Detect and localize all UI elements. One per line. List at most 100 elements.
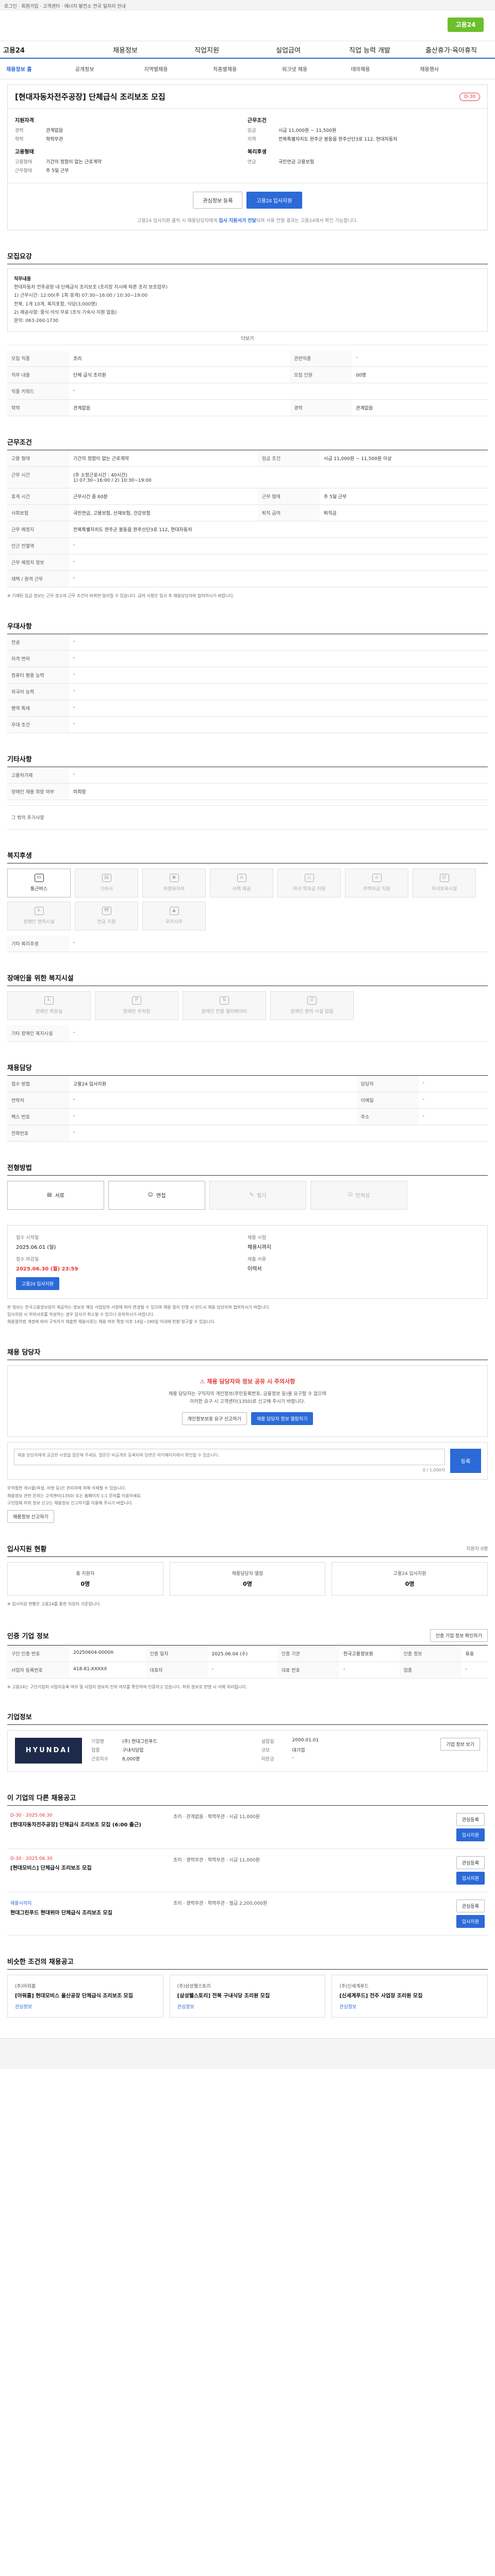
warning-box: ⚠ 채용 담당자와 정보 공유 시 주의사항 채용 담당자는 구직자의 개인정보… [7,1365,488,1437]
related-title[interactable]: [삼성웰스토리] 전북 구내식당 조리원 모집 [177,1992,318,2000]
preferences-table: 전공 - 자격 면허 - 컴퓨터 활용 능력 - 외국어 능력 - 병역 특례 - 우대 … [7,634,488,733]
table-header: 직무 내용 [7,366,69,384]
subnav-item[interactable]: 지역별채용 [144,65,213,73]
scrap-button[interactable]: 관심정보 등록 [193,192,243,209]
table-cell: 2025.06.04 (수) [207,1645,277,1662]
table-cell: 유효 [461,1645,488,1662]
disability-label: 장애인 주차장 [123,1009,151,1015]
apply-button-bottom[interactable]: 고용24 입사지원 [16,1277,60,1290]
job-list-item[interactable]: D-30 · 2025.06.30 [현대모비스] 단체급식 조리보조 모집 조리… [7,1849,488,1893]
summary-value: 전북특별자치도 완주군 봉동읍 완주산단3로 112, 현대자동차 [278,137,398,142]
site-footer [0,2038,495,2070]
schedule-label: 채용 시점 [248,1235,266,1241]
certification-section: 인증 기업 정보 인증 기업 정보 확인하기 구인 인증 번호 20250604-0… [7,1629,488,1691]
company-key: 설립일 [261,1739,274,1745]
company-info-button[interactable]: 기업 정보 보기 [440,1738,480,1751]
section-title: 채용 담당자 [7,1348,41,1357]
related-section: 비슷한 조건의 채용공고 (주)아워홈 [아워홈] 현대모비스 울산공장 단체급식… [7,1956,488,2018]
table-cell: - [69,1125,488,1142]
related-card[interactable]: (주)아워홈 [아워홈] 현대모비스 울산공장 단체급식 조리보조 모집관심정보 [7,1975,163,2018]
certification-button[interactable]: 인증 기업 정보 확인하기 [430,1629,488,1642]
company-value: 구내식당업 [122,1748,144,1754]
company-row: 업종 구내식당업 [91,1747,261,1753]
job-item-title[interactable]: 현대그린푸드 현대위아 단체급식 조리보조 모집 [10,1909,165,1917]
warning-title: ⚠ 채용 담당자와 정보 공유 시 주의사항 [16,1377,479,1385]
job-item-title[interactable]: [현대모비스] 단체급식 조리보조 모집 [10,1865,165,1872]
scrap-button[interactable]: 관심등록 [456,1856,485,1870]
duty-line: 1) 근무시간: 12:00(주 1회 휴게) 07:30~16:00 / 10… [14,293,148,299]
table-row: 근무 예정지 정보 - [7,554,488,571]
table-header: 구인 인증 번호 [7,1645,69,1662]
view-manager-button[interactable]: 채용 담당자 정보 열람하기 [251,1412,314,1426]
apply-button[interactable]: 입사지원 [456,1915,485,1928]
subnav-item[interactable]: 테마채용 [351,65,420,73]
related-company: (주)아워홈 [15,1984,36,1990]
gnb-item[interactable]: 고용24 [3,45,85,55]
table-header: 팩스 번호 [7,1108,69,1125]
gnb-item[interactable]: 출산휴가·육아휴직 [410,45,492,55]
stats-summary: 지원자 0명 [466,1547,488,1552]
submit-question-button[interactable]: 등록 [450,1449,481,1473]
gnb-item[interactable]: 직업지원 [166,45,248,55]
related-scrap[interactable]: 관심정보 [339,2003,480,2010]
table-header: 외국어 능력 [7,683,69,700]
table-header: 업종 [399,1662,461,1679]
gnb-item[interactable]: 직업 능력 개발 [329,45,410,55]
subnav-item[interactable]: 공개정보 [75,65,144,73]
table-cell: 근무시간 중 60분 [69,488,258,505]
table-header: 근무 예정지 정보 [7,554,69,571]
table-header: 전공 [7,634,69,651]
scrap-button[interactable]: 관심등록 [456,1900,485,1913]
subnav-item[interactable]: 워크넷 채용 [282,65,351,73]
scrap-button[interactable]: 관심등록 [456,1813,485,1826]
section-title: 기타사항 [7,755,32,764]
pencil-icon: ✎ [249,1192,254,1198]
wheelchair-icon: ♿ [34,907,44,916]
table-header: 접수 방법 [7,1075,69,1092]
gnb-item[interactable]: 채용정보 [85,45,166,55]
table-row: 휴게 시간 근무시간 중 60분 근무 형태 주 5일 근무 [7,488,488,505]
apply-button[interactable]: 입사지원 [456,1828,485,1842]
house-icon: ⌂ [237,874,246,883]
section-title: 채용담당 [7,1064,32,1072]
related-scrap[interactable]: 관심정보 [177,2003,318,2010]
job-item-title[interactable]: [현대자동차전주공장] 단체급식 조리보조 모집 (6:00 출근) [10,1821,165,1829]
benefit-item: ₩ 연금 지원 [75,901,138,930]
table-header: 사업자 등록번호 [7,1662,69,1679]
subnav-item[interactable]: 직종별채용 [213,65,282,73]
subnav-item[interactable]: 채용정보 홈 [6,65,75,73]
related-card[interactable]: (주)삼성웰스토리 [삼성웰스토리] 전북 구내식당 조리원 모집 관심정보 [169,1975,326,2018]
summary-value: 국민연금 고용보험 [278,160,315,165]
question-input[interactable] [14,1449,445,1466]
summary-value: 주 5일 근무 [46,168,69,174]
more-button[interactable]: 더보기 [7,332,488,346]
related-scrap[interactable]: 관심정보 [15,2003,156,2010]
privacy-report-button[interactable]: 개인정보보호 요구 신고하기 [182,1412,247,1426]
report-job-button[interactable]: 채용정보 신고하기 [7,1510,54,1523]
table-row: 근무 예정지 전북특별자치도 완주군 봉동읍 완주산단3로 112, 현대자동차 [7,521,488,538]
apply-button[interactable]: 입사지원 [456,1872,485,1885]
site-logo[interactable]: 고용24 [448,18,484,32]
gnb-item[interactable]: 실업급여 [248,45,329,55]
related-title[interactable]: [아워홈] 현대모비스 울산공장 단체급식 조리보조 모집 [15,1992,156,2000]
benefit-label: 자녀 학자금 지원 [292,887,326,892]
related-card[interactable]: (주)신세계푸드 [신세계푸드] 전주 사업장 조리원 모집 관심정보 [332,1975,488,2018]
disability-etc: 기타 장애인 복지시설 - [7,1025,488,1042]
table-header: 대표 번호 [277,1662,339,1679]
table-row: 직무 내용 단체 급식 조리원 모집 인원 00명 [7,366,488,384]
table-cell: - [69,1092,357,1109]
table-cell: - [69,650,488,667]
related-title[interactable]: [신세계푸드] 전주 사업장 조리원 모집 [339,1992,480,2000]
apply-button[interactable]: 고용24 입사지원 [246,192,302,209]
schedule-label: 접수 마감일 [16,1257,39,1262]
company-row: 근로자수 8,000명 [91,1755,261,1762]
subnav-item[interactable]: 채용행사 [420,65,489,73]
summary-key: 근무형태 [15,168,32,174]
benefit-label: 장애인 편의시설 [23,920,55,925]
stat-value: 0명 [80,1581,90,1588]
job-list-item[interactable]: 채용시까지 현대그린푸드 현대위아 단체급식 조리보조 모집 조리 · 경력무관 … [7,1892,488,1936]
company-value: 2000.01.01 [292,1738,319,1743]
schedule-value: 2025.06.01 (일) [16,1244,56,1250]
table-header: 임금 조건 [257,450,320,467]
job-list-item[interactable]: D-30 · 2025.06.30 [현대자동차전주공장] 단체급식 조리보조 모… [7,1806,488,1850]
